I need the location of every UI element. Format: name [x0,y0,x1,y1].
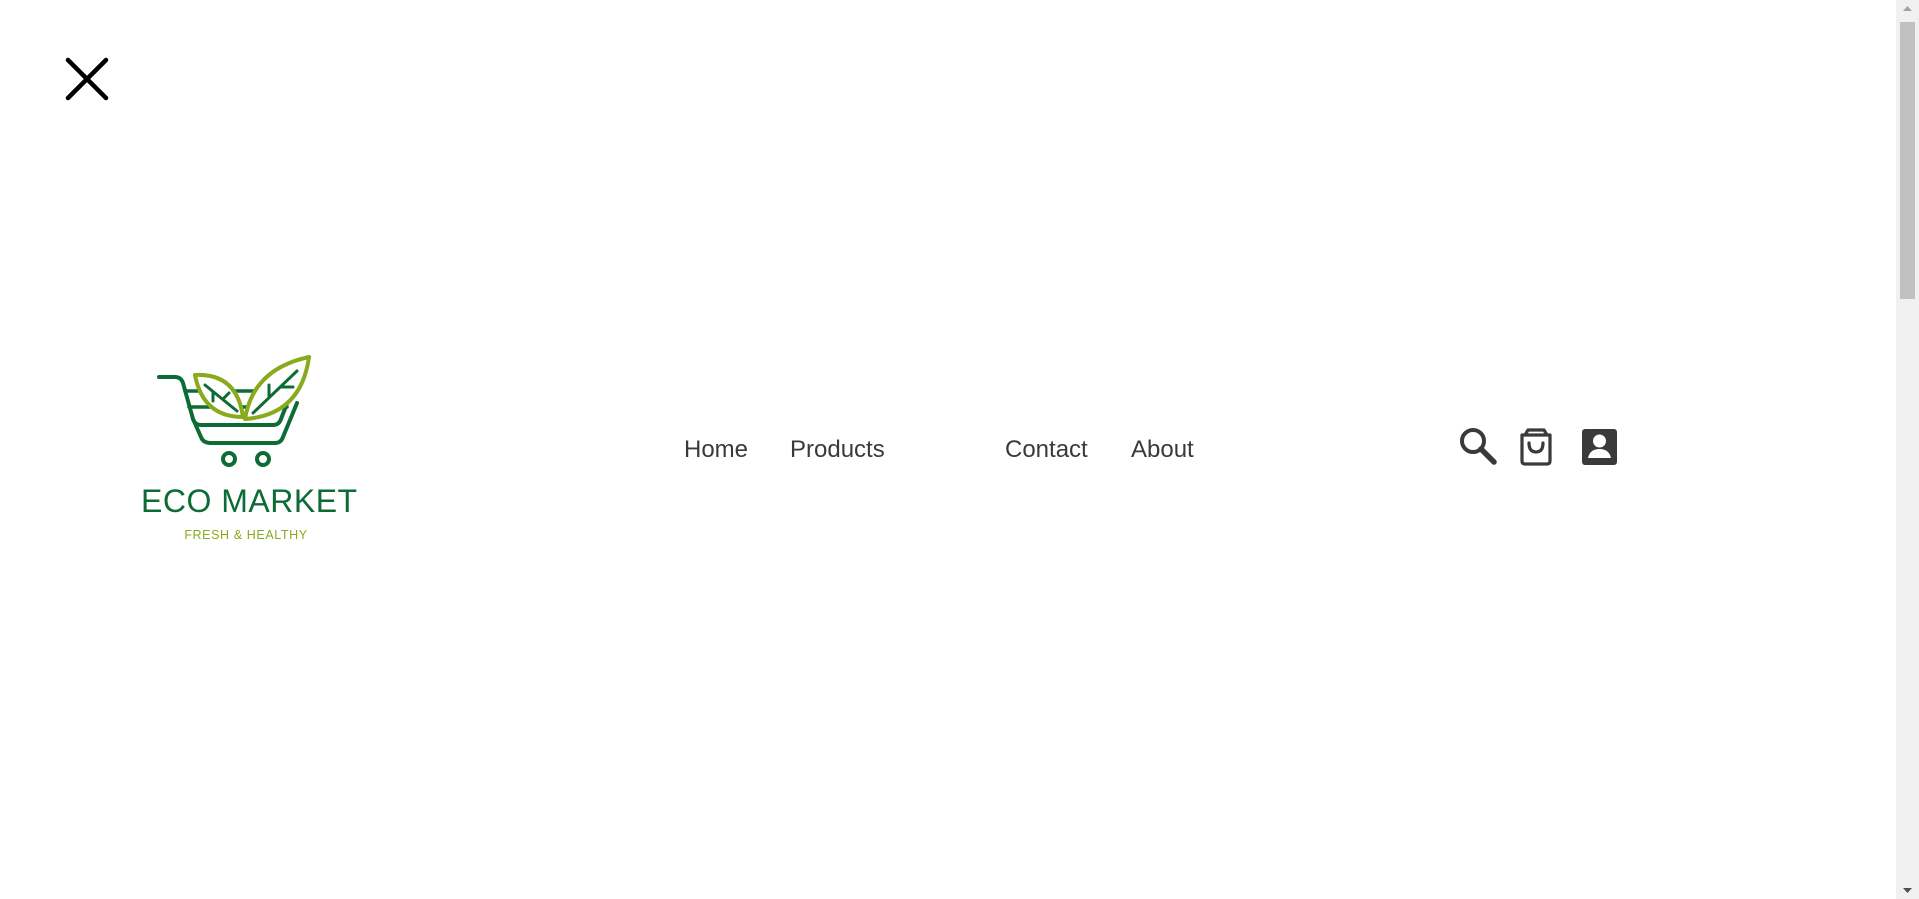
brand-logo[interactable]: ECO MARKET FRESH & HEALTHY [141,353,358,543]
cart-button[interactable] [1515,425,1557,467]
page: ECO MARKET FRESH & HEALTHY Home Products… [0,0,1919,899]
cart-leaves-logo-icon [157,355,311,467]
nav-item-home[interactable]: Home [684,436,748,464]
search-button[interactable] [1457,425,1499,467]
nav-item-products[interactable]: Products [790,436,885,464]
nav-item-about[interactable]: About [1131,436,1194,464]
close-menu-button[interactable] [64,56,110,102]
vertical-scrollbar[interactable] [1896,0,1919,899]
scroll-up-arrow-icon[interactable] [1896,0,1919,18]
scroll-down-arrow-icon[interactable] [1896,881,1919,899]
brand-name: ECO MARKET [141,483,358,519]
nav-item-contact[interactable]: Contact [1005,436,1088,464]
account-icon [1582,429,1617,465]
account-button[interactable] [1578,425,1620,467]
close-icon [65,57,109,101]
scrollbar-thumb[interactable] [1900,22,1915,299]
brand-tagline: FRESH & HEALTHY [184,528,308,542]
shopping-bag-icon [1520,428,1552,466]
search-icon [1460,428,1497,465]
